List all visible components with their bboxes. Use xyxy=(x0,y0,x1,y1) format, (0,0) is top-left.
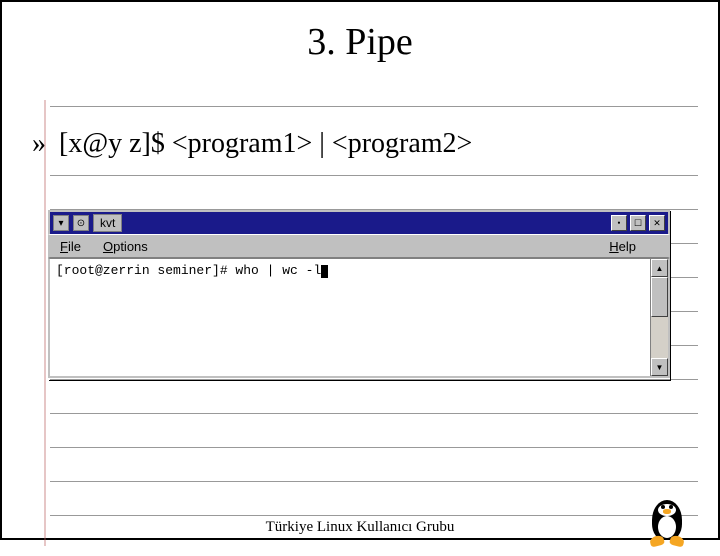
window-titlebar[interactable]: ▾ ⊙ kvt • ☐ ✕ xyxy=(48,210,670,234)
maximize-button[interactable]: ☐ xyxy=(630,215,646,231)
bullet-text: [x@y z]$ <program1> | <program2> xyxy=(59,128,472,159)
slide-title: 3. Pipe xyxy=(2,20,718,64)
footer-text: Türkiye Linux Kullanıcı Grubu xyxy=(2,519,718,536)
iconify-button[interactable]: • xyxy=(611,215,627,231)
window-title-text: kvt xyxy=(93,214,122,232)
menu-help[interactable]: Help xyxy=(609,239,636,254)
terminal-body: [root@zerrin seminer]# who | wc -l ▲ ▼ xyxy=(48,258,670,378)
rule-line xyxy=(50,106,698,107)
rule-line xyxy=(50,481,698,482)
slide: 3. Pipe » [x@y z]$ <program1> | <program… xyxy=(2,20,718,556)
rule-line xyxy=(50,447,698,448)
bullet-row: » [x@y z]$ <program1> | <program2> xyxy=(32,128,472,160)
terminal-window: ▾ ⊙ kvt • ☐ ✕ File Options Help [root@ze… xyxy=(48,210,670,380)
scroll-down-button[interactable]: ▼ xyxy=(651,358,668,376)
pin-icon[interactable]: ⊙ xyxy=(73,215,89,231)
margin-rule xyxy=(44,100,46,546)
bullet-marker: » xyxy=(32,128,46,160)
menu-bar: File Options Help xyxy=(48,234,670,258)
vertical-scrollbar[interactable]: ▲ ▼ xyxy=(650,259,668,376)
menu-file[interactable]: File xyxy=(60,239,81,254)
prompt-line: [root@zerrin seminer]# who | wc -l xyxy=(56,263,321,278)
scroll-up-button[interactable]: ▲ xyxy=(651,259,668,277)
text-cursor xyxy=(321,265,328,278)
rule-line xyxy=(50,413,698,414)
terminal-output[interactable]: [root@zerrin seminer]# who | wc -l xyxy=(50,259,650,376)
scroll-track[interactable] xyxy=(651,277,668,358)
window-controls: • ☐ ✕ xyxy=(611,215,665,231)
scroll-thumb[interactable] xyxy=(651,277,668,317)
rule-line xyxy=(50,515,698,516)
system-menu-icon[interactable]: ▾ xyxy=(53,215,69,231)
close-button[interactable]: ✕ xyxy=(649,215,665,231)
rule-line xyxy=(50,175,698,176)
menu-options[interactable]: Options xyxy=(103,239,148,254)
